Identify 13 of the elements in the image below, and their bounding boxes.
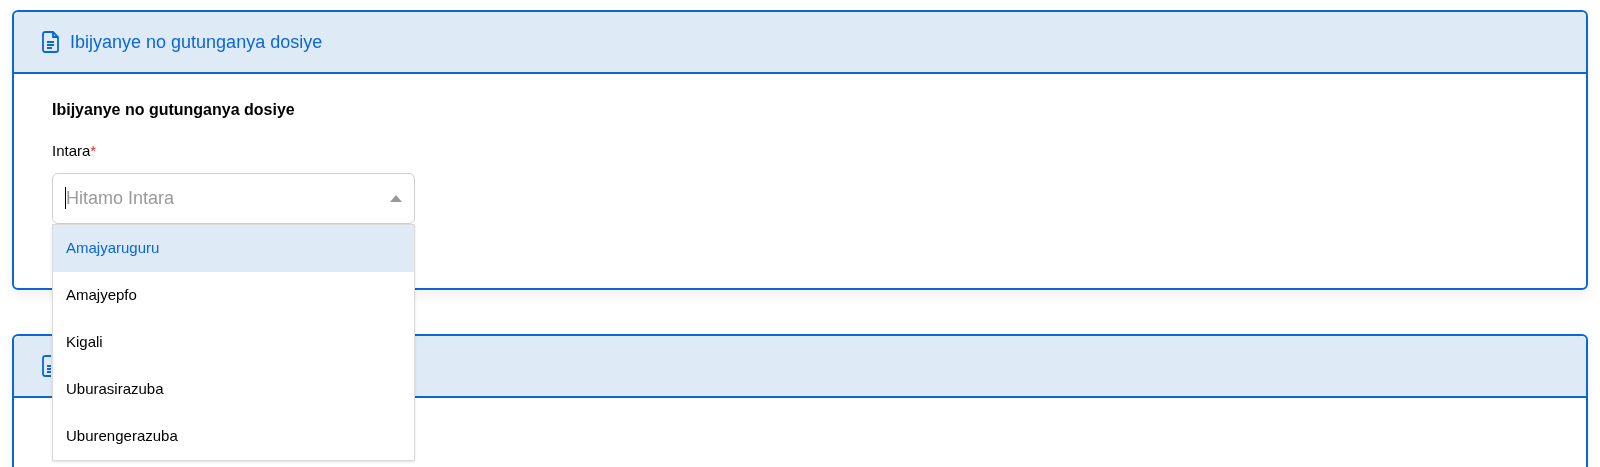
dropdown-option[interactable]: Amajyepfo [53, 271, 414, 319]
card-title: Ibijyanye no gutunganya dosiye [70, 30, 323, 54]
dropdown-option[interactable]: Kigali [53, 318, 414, 366]
field-label: Intara [52, 141, 91, 161]
document-icon [41, 31, 60, 53]
dropdown-option[interactable]: Amajyaruguru [53, 224, 414, 272]
dropdown-option[interactable]: Uburasirazuba [53, 365, 414, 413]
required-mark: * [90, 141, 97, 161]
dropdown-option[interactable]: Uburengerazuba [53, 412, 414, 460]
select-placeholder: Hitamo Intara [66, 186, 176, 210]
caret-up-icon [390, 194, 402, 202]
document-icon [41, 354, 51, 377]
section-title: Ibijyanye no gutunganya dosiye [52, 100, 296, 120]
